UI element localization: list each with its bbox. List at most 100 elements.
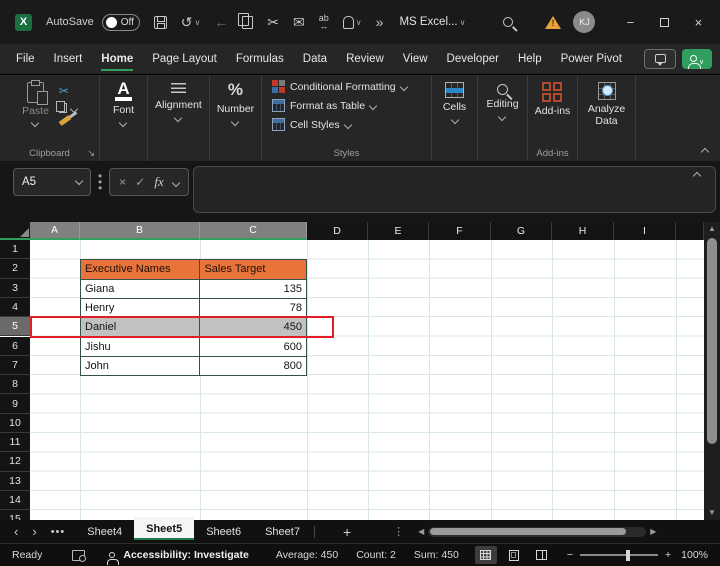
cell-c3[interactable]: 135 — [200, 279, 307, 299]
tab-formulas[interactable]: Formulas — [236, 46, 284, 71]
analyze-data-button[interactable]: Analyze Data — [578, 80, 635, 127]
tab-view[interactable]: View — [403, 46, 428, 71]
insert-function-button[interactable]: fx — [154, 174, 163, 190]
vertical-scroll-thumb[interactable] — [707, 238, 717, 444]
cell-styles-button[interactable]: Cell Styles — [262, 118, 431, 131]
cut-button[interactable]: ✂ — [59, 84, 77, 98]
number-button[interactable]: % Number — [217, 80, 254, 127]
undo-button[interactable]: ↺ ∨ — [181, 14, 201, 31]
scroll-right-icon[interactable]: ▶ — [650, 527, 656, 536]
close-button[interactable]: × — [681, 15, 715, 30]
tab-sheet6[interactable]: Sheet6 — [194, 522, 253, 542]
format-painter-button[interactable] — [58, 115, 72, 126]
cell-b2[interactable]: Executive Names — [81, 260, 201, 280]
autosave-toggle[interactable]: Off — [101, 13, 140, 31]
scroll-down-icon[interactable]: ▼ — [704, 506, 720, 520]
cell-c7[interactable]: 800 — [200, 356, 307, 377]
new-sheet-button[interactable]: + — [343, 524, 351, 540]
zoom-level[interactable]: 100% — [681, 549, 708, 561]
scroll-left-icon[interactable]: ◀ — [418, 527, 424, 536]
addins-button[interactable]: Add-ins — [535, 80, 570, 117]
format-as-table-button[interactable]: Format as Table — [262, 99, 431, 112]
scroll-up-icon[interactable]: ▲ — [704, 222, 720, 236]
prev-sheet-icon[interactable]: ‹ — [14, 524, 18, 539]
tab-developer[interactable]: Developer — [447, 46, 499, 71]
row-header-2[interactable]: 2 — [0, 259, 30, 279]
vertical-scrollbar[interactable]: ▲ ▼ — [704, 222, 720, 520]
back-button[interactable]: ← — [214, 14, 228, 30]
macro-record-icon[interactable] — [72, 549, 87, 562]
zoom-out-button[interactable]: − — [567, 549, 573, 561]
tab-help[interactable]: Help — [518, 46, 542, 71]
confirm-entry-button[interactable]: ✓ — [135, 175, 145, 189]
collapse-ribbon-icon[interactable] — [700, 147, 710, 157]
next-sheet-icon[interactable]: › — [32, 524, 36, 539]
column-header-f[interactable]: F — [429, 222, 491, 240]
cancel-entry-button[interactable]: × — [119, 175, 126, 189]
page-layout-view-button[interactable] — [503, 546, 525, 564]
clipboard-dialog-launcher[interactable]: ↘ — [87, 148, 95, 159]
horizontal-scroll-track[interactable] — [428, 526, 647, 537]
select-all-button[interactable] — [0, 222, 30, 240]
cell-c2[interactable]: Sales Target — [200, 260, 307, 280]
share-button[interactable]: ∨ — [682, 48, 712, 69]
horizontal-scrollbar[interactable]: ◀ ▶ — [418, 526, 656, 537]
maximize-button[interactable] — [647, 15, 681, 30]
alert-button[interactable] — [545, 15, 562, 29]
tab-data[interactable]: Data — [303, 46, 327, 71]
alignment-button[interactable]: Alignment — [155, 80, 202, 123]
tab-sheet7[interactable]: Sheet7 — [253, 522, 312, 542]
cut-button[interactable]: ✂ — [267, 14, 279, 31]
copy-button[interactable] — [238, 12, 254, 29]
column-header-h[interactable]: H — [552, 222, 614, 240]
zoom-in-button[interactable]: + — [665, 549, 671, 561]
column-header-partial[interactable] — [676, 222, 704, 240]
column-header-e[interactable]: E — [368, 222, 429, 240]
column-header-d[interactable]: D — [307, 222, 368, 240]
zoom-slider-thumb[interactable] — [626, 549, 630, 561]
paste-button[interactable]: Paste — [22, 80, 49, 128]
replace-button[interactable]: ab ↔ — [319, 14, 329, 31]
title-dropdown-icon[interactable]: ∨ — [460, 18, 466, 27]
row-header-8[interactable]: 8 — [0, 375, 30, 395]
cell-c6[interactable]: 600 — [200, 337, 307, 357]
email-button[interactable]: ✉ — [293, 14, 305, 31]
row-header-1[interactable]: 1 — [0, 240, 30, 260]
editing-button[interactable]: Editing — [486, 80, 519, 122]
tab-power-pivot[interactable]: Power Pivot — [561, 46, 622, 71]
row-header-6[interactable]: 6 — [0, 336, 30, 356]
all-sheets-icon[interactable]: ••• — [51, 526, 66, 538]
conditional-formatting-button[interactable]: Conditional Formatting — [262, 80, 431, 93]
qat-overflow-button[interactable]: » — [376, 14, 384, 30]
tab-sheet4[interactable]: Sheet4 — [75, 522, 134, 542]
tab-options-icon[interactable]: ⋮ — [393, 525, 404, 538]
tab-insert[interactable]: Insert — [54, 46, 83, 71]
search-button[interactable] — [503, 17, 514, 27]
column-header-i[interactable]: I — [614, 222, 676, 240]
horizontal-scroll-thumb[interactable] — [430, 528, 627, 535]
tab-sheet5[interactable]: Sheet5 — [134, 517, 195, 540]
account-button[interactable]: KJ — [573, 11, 596, 33]
row-header-3[interactable]: 3 — [0, 278, 30, 298]
cell-b3[interactable]: Giana — [81, 279, 201, 299]
row-header-4[interactable]: 4 — [0, 297, 30, 318]
page-break-view-button[interactable] — [531, 546, 553, 564]
tab-file[interactable]: File — [16, 46, 35, 71]
font-button[interactable]: A Font — [113, 80, 134, 128]
zoom-slider[interactable] — [580, 549, 658, 561]
touch-mode-button[interactable]: ∨ — [342, 15, 362, 29]
row-header-7[interactable]: 7 — [0, 355, 30, 376]
cells-button[interactable]: Cells — [443, 80, 466, 125]
cell-b7[interactable]: John — [81, 356, 201, 377]
normal-view-button[interactable] — [474, 546, 497, 564]
name-box[interactable]: A5 — [13, 168, 91, 196]
column-header-a[interactable]: A — [30, 222, 80, 240]
row-header-15[interactable]: 15 — [0, 510, 30, 520]
column-header-b[interactable]: B — [80, 222, 200, 240]
row-header-12[interactable]: 12 — [0, 452, 30, 472]
tab-home[interactable]: Home — [101, 46, 134, 71]
accessibility-status[interactable]: Accessibility: Investigate — [123, 549, 248, 561]
comments-button[interactable] — [644, 48, 676, 69]
formula-input[interactable] — [193, 166, 716, 213]
row-header-11[interactable]: 11 — [0, 433, 30, 453]
